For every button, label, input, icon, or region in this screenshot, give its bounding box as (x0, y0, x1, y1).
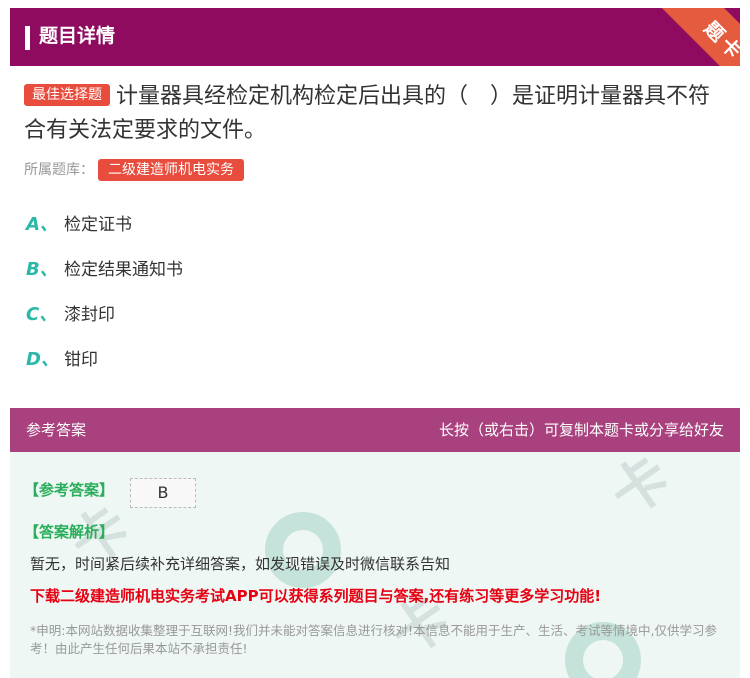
question-type-badge: 最佳选择题 (24, 84, 110, 106)
option-d[interactable]: D、 钳印 (26, 345, 98, 375)
watermark-glyph: 卡 (599, 452, 683, 530)
option-text: 漆封印 (64, 305, 115, 325)
option-text: 检定证书 (64, 215, 132, 235)
option-text: 检定结果通知书 (64, 260, 183, 280)
option-c[interactable]: C、 漆封印 (26, 300, 115, 330)
option-text: 钳印 (64, 350, 98, 370)
header-accent-bar (25, 26, 30, 50)
option-letter: C、 (26, 304, 58, 325)
answer-header-bar: 参考答案 长按（或右击）可复制本题卡或分享给好友 (10, 408, 740, 452)
disclaimer: *申明:本网站数据收集整理于互联网!我们并未能对答案信息进行核对!本信息不能用于… (30, 623, 717, 656)
page-title: 题目详情 (39, 25, 116, 47)
question-text: 计量器具经检定机构检定后出具的（ ）是证明计量器具不符合有关法定要求的文件。 (24, 84, 711, 143)
question-bank-tag[interactable]: 二级建造师机电实务 (98, 159, 244, 181)
page-header: 题目详情 题卡 (10, 8, 740, 66)
option-letter: A、 (26, 214, 58, 235)
answer-analysis-label: 【答案解析】 (24, 523, 115, 541)
option-b[interactable]: B、 检定结果通知书 (26, 255, 183, 285)
answer-explanation: 暂无，时间紧后续补充详细答案，如发现错误及时微信联系告知 (30, 555, 451, 573)
watermark-logo (265, 512, 341, 588)
option-letter: D、 (26, 349, 59, 370)
reference-answer-label: 【参考答案】 (24, 481, 115, 499)
share-hint: 长按（或右击）可复制本题卡或分享给好友 (438, 421, 724, 439)
option-letter: B、 (26, 259, 58, 280)
question-stem: 最佳选择题 计量器具经检定机构检定后出具的（ ）是证明计量器具不符合有关法定要求的… (24, 80, 729, 148)
answer-header-title: 参考答案 (26, 421, 87, 439)
reference-answer-value: B (130, 478, 196, 508)
question-bank: 所属题库： 二级建造师机电实务 (24, 158, 244, 182)
option-a[interactable]: A、 检定证书 (26, 210, 132, 240)
ribbon-label: 题卡 (699, 17, 740, 66)
question-card-ribbon[interactable]: 题卡 (659, 8, 740, 66)
question-bank-label: 所属题库： (24, 162, 94, 178)
app-promo-link[interactable]: 下载二级建造师机电实务考试APP可以获得系列题目与答案,还有练习等更多学习功能! (30, 584, 601, 608)
